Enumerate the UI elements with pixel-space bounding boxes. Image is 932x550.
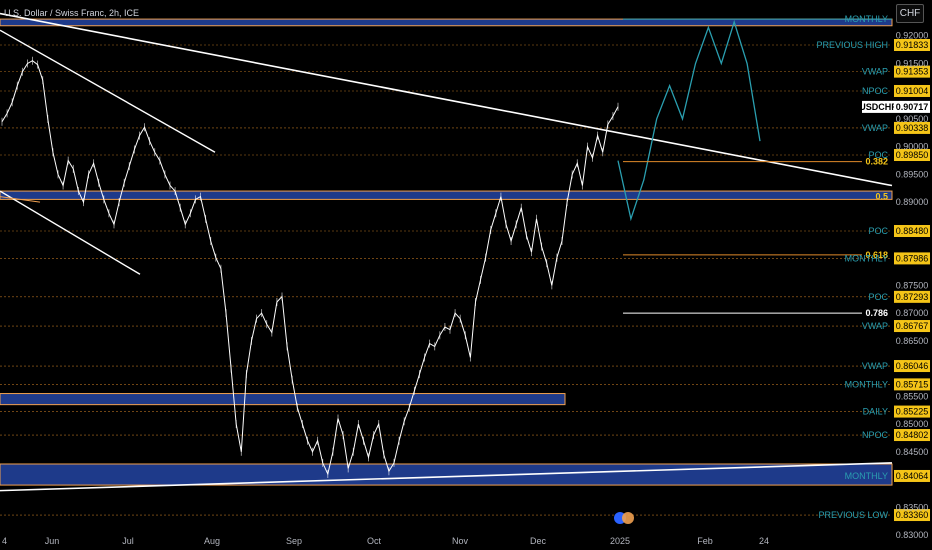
tradingview-logo-icon [614,512,634,524]
level-name: MONTHLY [845,471,888,481]
level-name: VWAP [862,67,888,77]
fib-label: 0.5 [875,192,888,202]
price-tag-text: 0.85715 [896,379,929,389]
y-tick-label: 0.92000 [896,31,929,41]
y-tick-label: 0.83000 [896,530,929,540]
level-name: VWAP [862,361,888,371]
price-chart[interactable]: 0.3820.50.6180.786 PREVIOUS HIGH VWAP NPOC… [0,0,932,550]
x-tick-label: Oct [367,536,382,546]
y-tick-label: 0.87500 [896,280,929,290]
level-name: POC [868,150,888,160]
x-tick-label: Jul [122,536,134,546]
level-name: POC [868,226,888,236]
currency-button[interactable]: CHF [896,4,924,23]
y-tick-label: 0.85500 [896,391,929,401]
level-name: PREVIOUS HIGH [816,40,888,50]
level-name: POC [868,292,888,302]
zone-rect [0,18,893,27]
level-name: DAILY [863,407,888,417]
price-tag-text: 0.91833 [896,40,929,50]
price-line [1,60,619,476]
price-tag-text: 0.86046 [896,361,929,371]
y-tick-label: 0.90500 [896,114,929,124]
symbol-tag-text: USDCHF [859,102,897,112]
x-tick-label: Feb [697,536,713,546]
price-tag-text: 0.91004 [896,86,929,96]
x-tick-label: Aug [204,536,220,546]
price-tag-text: 0.85225 [896,407,929,417]
fib-label: 0.786 [865,308,888,318]
price-tag-text: 0.88480 [896,226,929,236]
price-tag-text: 0.87986 [896,253,929,263]
price-tag-text: 0.87293 [896,292,929,302]
x-tick-label: Nov [452,536,469,546]
price-tag-text: 0.90338 [896,123,929,133]
fib-levels: 0.3820.50.6180.786 [623,157,888,318]
y-tick-label: 0.85000 [896,419,929,429]
top-monthly-label: MONTHLY [845,14,888,24]
y-tick-label: 0.86500 [896,336,929,346]
x-tick-label: Dec [530,536,547,546]
level-name: VWAP [862,123,888,133]
price-tag-text: 0.84802 [896,430,929,440]
y-tick-label: 0.84500 [896,447,929,457]
zone-rect [0,190,893,200]
x-tick-label: Jun [45,536,60,546]
level-name: VWAP [862,321,888,331]
trendlines [0,12,893,492]
y-tick-label: 0.83500 [896,502,929,512]
supply-demand-zones [0,18,893,486]
level-name: NPOC [862,430,889,440]
x-tick-label: Sep [286,536,302,546]
zone-rect [0,393,566,406]
price-tag-text: 0.86767 [896,321,929,331]
level-labels: PREVIOUS HIGH VWAP NPOC VWAP POC POC MONTHLY PO… [816,14,888,520]
level-name: MONTHLY [845,379,888,389]
x-tick-label: 24 [759,536,769,546]
level-name: PREVIOUS LOW [818,510,888,520]
price-series [1,56,619,478]
y-tick-label: 0.87000 [896,308,929,318]
y-tick-label: 0.90000 [896,142,929,152]
level-name: NPOC [862,86,889,96]
descending-trendline [0,12,893,187]
x-tick-label: 4 [2,536,7,546]
time-axis[interactable]: 4 Jun Jul Aug Sep Oct Nov Dec 2025 Feb 24 [2,536,769,546]
level-name: MONTHLY [845,253,888,263]
y-tick-label: 0.89000 [896,197,929,207]
price-tag-text: 0.84064 [896,471,929,481]
projection-line [617,19,761,222]
y-tick-label: 0.89500 [896,169,929,179]
y-tick-label: 0.91500 [896,58,929,68]
symbol-title: U.S. Dollar / Swiss Franc, 2h, ICE [4,8,140,18]
last-price-text: 0.90717 [896,102,929,112]
level-grid [0,44,892,516]
x-tick-label: 2025 [610,536,630,546]
